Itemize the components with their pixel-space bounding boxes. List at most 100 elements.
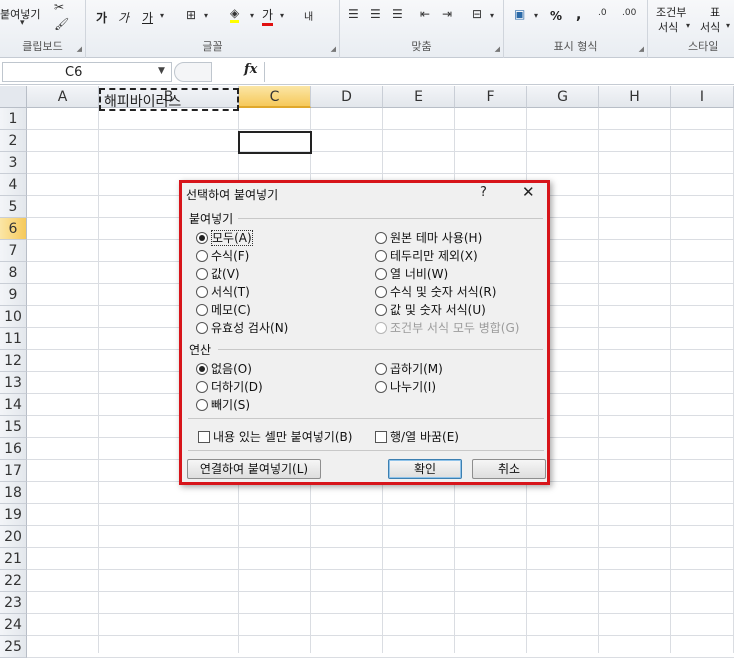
conditional-format-label-2[interactable]: 서식 — [658, 19, 678, 35]
bold-button[interactable]: 가 — [96, 9, 107, 26]
operation-divide[interactable]: 나누기(I) — [375, 378, 436, 395]
font-color-button[interactable]: 가 — [262, 6, 274, 26]
radio-icon[interactable] — [196, 322, 208, 334]
column-header-a[interactable]: A — [27, 86, 99, 108]
chevron-down-icon[interactable]: ▾ — [20, 18, 25, 28]
percent-button[interactable]: % — [550, 9, 562, 23]
row-header-1[interactable]: 1 — [0, 108, 27, 130]
column-header-h[interactable]: H — [599, 86, 671, 108]
name-box[interactable]: C6 ▼ — [2, 62, 172, 82]
chevron-down-icon[interactable]: ▾ — [250, 11, 254, 20]
column-header-i[interactable]: I — [671, 86, 734, 108]
insert-function-button[interactable]: fx — [244, 62, 257, 77]
dialog-launcher-icon[interactable]: ◢ — [331, 45, 336, 53]
formula-bar-expander[interactable] — [174, 62, 212, 82]
radio-selected-icon[interactable] — [196, 232, 208, 244]
paste-option-formulas[interactable]: 수식(F) — [196, 247, 249, 264]
paste-option-comments[interactable]: 메모(C) — [196, 301, 251, 318]
increase-indent-icon[interactable]: ⇥ — [442, 7, 452, 21]
transpose-checkbox[interactable]: 행/열 바꿈(E) — [375, 428, 459, 445]
radio-icon[interactable] — [375, 286, 387, 298]
checkbox-icon[interactable] — [375, 431, 387, 443]
row-header-22[interactable]: 22 — [0, 570, 27, 592]
format-painter-icon[interactable]: 🖌 — [54, 17, 69, 31]
phonetic-button[interactable]: 내 — [304, 8, 313, 23]
checkbox-icon[interactable] — [198, 431, 210, 443]
align-left-icon[interactable]: ☰ — [348, 7, 359, 21]
align-right-icon[interactable]: ☰ — [392, 7, 403, 21]
cancel-button[interactable]: 취소 — [472, 459, 546, 479]
merge-cells-icon[interactable]: ⊟ — [472, 7, 482, 21]
select-all-corner[interactable] — [0, 86, 27, 108]
row-header-10[interactable]: 10 — [0, 306, 27, 328]
active-cell-c6[interactable] — [238, 131, 312, 154]
operation-subtract[interactable]: 빼기(S) — [196, 396, 250, 413]
row-header-11[interactable]: 11 — [0, 328, 27, 350]
column-header-e[interactable]: E — [383, 86, 455, 108]
chevron-down-icon[interactable]: ▼ — [158, 66, 165, 76]
ok-button[interactable]: 확인 — [388, 459, 462, 479]
radio-icon[interactable] — [196, 381, 208, 393]
border-icon[interactable]: ⊞ — [186, 8, 196, 22]
help-icon[interactable]: ? — [480, 185, 487, 200]
dialog-launcher-icon[interactable]: ◢ — [495, 45, 500, 53]
row-header-24[interactable]: 24 — [0, 614, 27, 636]
row-header-18[interactable]: 18 — [0, 482, 27, 504]
chevron-down-icon[interactable]: ▾ — [490, 11, 494, 20]
row-header-2[interactable]: 2 — [0, 130, 27, 152]
row-header-21[interactable]: 21 — [0, 548, 27, 570]
chevron-down-icon[interactable]: ▾ — [686, 21, 690, 30]
fill-color-icon[interactable]: ◈ — [230, 6, 240, 23]
row-header-17[interactable]: 17 — [0, 460, 27, 482]
radio-icon[interactable] — [196, 250, 208, 262]
chevron-down-icon[interactable]: ▾ — [204, 11, 208, 20]
italic-button[interactable]: 가 — [118, 9, 129, 26]
row-header-14[interactable]: 14 — [0, 394, 27, 416]
chevron-down-icon[interactable]: ▾ — [726, 21, 730, 30]
operation-none[interactable]: 없음(O) — [196, 360, 252, 377]
row-header-12[interactable]: 12 — [0, 350, 27, 372]
skip-blanks-checkbox[interactable]: 내용 있는 셀만 붙여넣기(B) — [198, 428, 352, 445]
radio-selected-icon[interactable] — [196, 363, 208, 375]
cell-b4-copied[interactable]: 해피바이러스 — [99, 88, 239, 111]
formula-input[interactable] — [264, 62, 734, 82]
row-header-23[interactable]: 23 — [0, 592, 27, 614]
paste-option-except-borders[interactable]: 테두리만 제외(X) — [375, 247, 478, 264]
paste-link-button[interactable]: 연결하여 붙여넣기(L) — [187, 459, 321, 479]
row-header-6[interactable]: 6 — [0, 218, 27, 240]
row-header-15[interactable]: 15 — [0, 416, 27, 438]
close-icon[interactable]: ✕ — [522, 183, 535, 201]
paste-option-formulas-number-formats[interactable]: 수식 및 숫자 서식(R) — [375, 283, 496, 300]
row-header-16[interactable]: 16 — [0, 438, 27, 460]
row-header-9[interactable]: 9 — [0, 284, 27, 306]
column-header-d[interactable]: D — [311, 86, 383, 108]
column-header-f[interactable]: F — [455, 86, 527, 108]
conditional-format-label-1[interactable]: 조건부 — [656, 4, 686, 20]
underline-button[interactable]: 가 — [142, 9, 153, 26]
row-header-4[interactable]: 4 — [0, 174, 27, 196]
paste-option-all[interactable]: 모두(A) — [196, 229, 253, 246]
radio-icon[interactable] — [196, 268, 208, 280]
radio-icon[interactable] — [375, 381, 387, 393]
radio-icon[interactable] — [375, 232, 387, 244]
row-header-3[interactable]: 3 — [0, 152, 27, 174]
paste-option-values[interactable]: 값(V) — [196, 265, 240, 282]
cut-icon[interactable]: ✂ — [54, 0, 64, 14]
radio-icon[interactable] — [375, 268, 387, 280]
decrease-decimal-icon[interactable]: .00 — [622, 8, 636, 18]
chevron-down-icon[interactable]: ▾ — [160, 11, 164, 20]
radio-icon[interactable] — [375, 363, 387, 375]
dialog-launcher-icon[interactable]: ◢ — [639, 45, 644, 53]
dialog-launcher-icon[interactable]: ◢ — [77, 45, 82, 53]
row-header-13[interactable]: 13 — [0, 372, 27, 394]
operation-multiply[interactable]: 곱하기(M) — [375, 360, 443, 377]
format-table-label-2[interactable]: 서식 — [700, 19, 720, 35]
align-center-icon[interactable]: ☰ — [370, 7, 381, 21]
radio-icon[interactable] — [375, 250, 387, 262]
row-header-8[interactable]: 8 — [0, 262, 27, 284]
row-header-5[interactable]: 5 — [0, 196, 27, 218]
chevron-down-icon[interactable]: ▾ — [534, 11, 538, 20]
paste-option-source-theme[interactable]: 원본 테마 사용(H) — [375, 229, 482, 246]
chevron-down-icon[interactable]: ▾ — [280, 11, 284, 20]
row-header-25[interactable]: 25 — [0, 636, 27, 658]
